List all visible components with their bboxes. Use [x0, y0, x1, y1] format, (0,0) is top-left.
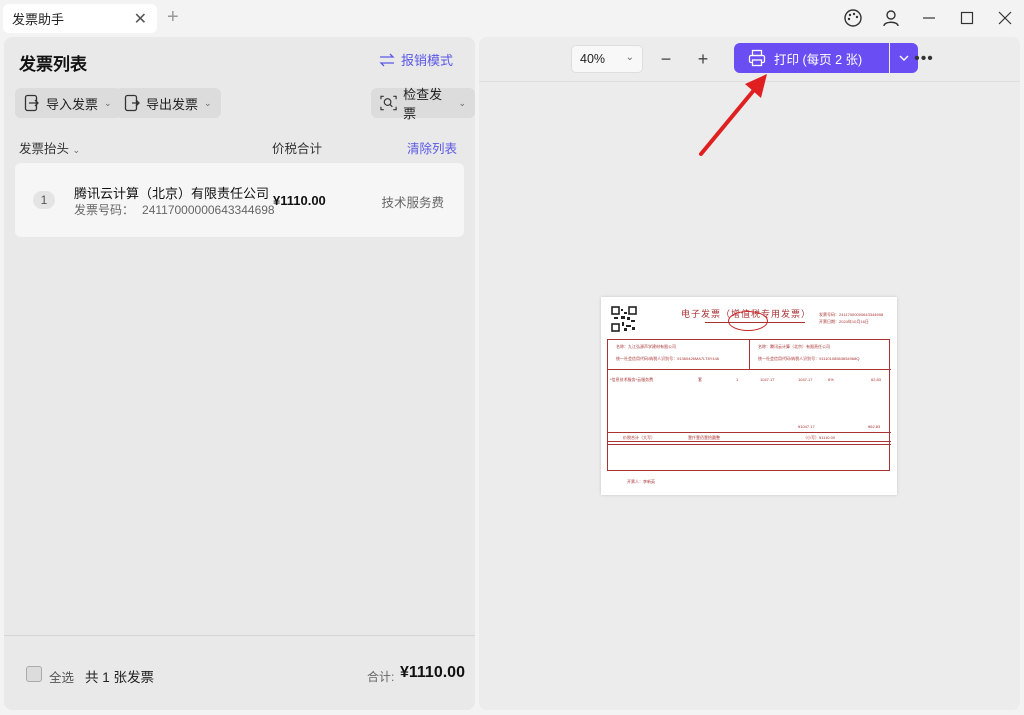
- zoom-in-button[interactable]: +: [688, 45, 718, 73]
- title-bar: 发票助手 ✕ +: [0, 0, 1024, 36]
- row-index: 1: [33, 191, 55, 209]
- invoice-count: 共 1 张发票: [85, 670, 155, 685]
- check-label: 检查发票: [403, 87, 443, 121]
- select-all-checkbox[interactable]: [26, 666, 42, 682]
- remarks-section: [608, 444, 891, 472]
- more-options-icon[interactable]: •••: [909, 45, 939, 73]
- sum-label: 合计:: [367, 670, 395, 684]
- zoom-value: 40%: [580, 52, 606, 66]
- seller-name: 名称：九江弘源声学建材有限公司: [616, 344, 676, 349]
- item-qty: 1: [736, 377, 739, 382]
- invoice-buyer-title: 腾讯云计算（北京）有限责任公司: [74, 186, 270, 201]
- zoom-out-button[interactable]: −: [651, 45, 681, 73]
- header-column-sort[interactable]: 发票抬头 ⌄: [19, 138, 80, 157]
- invoice-number-label: 发票号码：: [74, 203, 135, 217]
- swap-icon: [379, 53, 395, 66]
- preview-invoice-date: 开票日期：2024年10月16日: [819, 319, 869, 324]
- mode-label: 报销模式: [400, 53, 453, 68]
- tab-invoice-assistant[interactable]: 发票助手 ✕: [3, 4, 157, 33]
- buyer-tax-id: 统一社会信用代码/纳税人识别号：91110108563654968Q: [758, 356, 860, 361]
- item-rate: 6%: [828, 377, 834, 382]
- chevron-down-icon: ⌄: [72, 145, 81, 155]
- invoice-preview-page: 电子发票（增值税专用发票） 发票号码：24117000000643344698 …: [601, 297, 897, 495]
- check-invoice-button[interactable]: 检查发票 ⌄: [371, 87, 475, 121]
- buyer-name: 名称：腾讯云计算（北京）有限责任公司: [758, 344, 830, 349]
- chevron-down-icon: ⌄: [104, 97, 112, 108]
- reimbursement-mode-button[interactable]: 报销模式: [379, 50, 453, 69]
- item-unit: 套: [698, 377, 702, 382]
- invoice-number-block: 发票号码：24117000000643344698 开票日期：2024年10月1…: [819, 311, 883, 325]
- select-all-label[interactable]: 全选: [49, 667, 74, 686]
- import-invoice-button[interactable]: 导入发票 ⌄: [15, 88, 121, 118]
- invoice-category: 技术服务费: [381, 196, 444, 210]
- invoice-row[interactable]: 1 腾讯云计算（北京）有限责任公司 发票号码： 24117000000643344…: [15, 163, 464, 237]
- total-small: （小写）¥1110.00: [803, 435, 836, 440]
- item-amount: 1047.17: [798, 377, 813, 382]
- chevron-down-icon: ⌄: [458, 97, 466, 108]
- print-button[interactable]: 打印 (每页 2 张): [734, 43, 889, 73]
- total-row: 价税合计（大写） 壹仟壹佰壹拾圆整 （小写）¥1110.00: [608, 432, 891, 442]
- item-price: 1047.17: [760, 377, 775, 382]
- invoice-frame: 名称：九江弘源声学建材有限公司 统一社会信用代码/纳税人识别号：91360426…: [607, 339, 891, 472]
- chevron-down-icon: ⌄: [204, 97, 212, 108]
- panel-title: 发票列表: [19, 55, 87, 74]
- invoice-list-panel: 发票列表 报销模式 导入发票 ⌄ 导出发票 ⌄ 检查发票 ⌄ 发票抬头 ⌄ 价税…: [4, 37, 475, 710]
- party-section: 名称：九江弘源声学建材有限公司 统一社会信用代码/纳税人识别号：91360426…: [608, 340, 891, 370]
- amount-column-label: 价税合计: [272, 142, 323, 156]
- export-label: 导出发票: [146, 96, 199, 112]
- new-tab-icon[interactable]: +: [167, 6, 179, 29]
- header-column-label: 发票抬头: [19, 142, 70, 156]
- invoice-number-value: 24117000000643344698: [142, 203, 275, 217]
- seller-tax-id: 统一社会信用代码/纳税人识别号：91360426MA7LT8Y446: [616, 356, 720, 361]
- sum-amount: ¥1047.17: [798, 424, 815, 429]
- export-icon: [124, 94, 140, 112]
- total-label: 价税合计（大写）: [623, 435, 655, 440]
- item-table: *信息技术服务*云服务费 套 1 1047.17 1047.17 6% 62.8…: [608, 370, 891, 432]
- zoom-select[interactable]: 40% ⌄: [571, 45, 643, 73]
- import-label: 导入发票: [46, 96, 99, 112]
- maximize-icon[interactable]: [948, 0, 986, 36]
- chevron-down-icon: ⌄: [625, 52, 634, 63]
- tab-title: 发票助手: [12, 12, 65, 27]
- preview-invoice-number: 发票号码：24117000000643344698: [819, 312, 884, 317]
- clear-list-button[interactable]: 清除列表: [407, 138, 457, 157]
- sum-value: ¥1110.00: [400, 664, 465, 681]
- minimize-icon[interactable]: [910, 0, 948, 36]
- party-divider: [749, 340, 750, 370]
- red-circle-mark: [728, 311, 768, 331]
- item-tax: 62.83: [871, 377, 882, 382]
- scan-search-icon: [380, 95, 397, 111]
- item-name: *信息技术服务*云服务费: [610, 377, 654, 382]
- theme-palette-icon[interactable]: [834, 0, 872, 36]
- sum-tax: ¥62.83: [868, 424, 881, 429]
- issuer: 开票人：李新英: [627, 479, 655, 484]
- red-arrow-annotation: [699, 74, 767, 156]
- invoice-number: 发票号码： 24117000000643344698: [74, 201, 275, 218]
- close-tab-icon[interactable]: ✕: [134, 9, 147, 29]
- close-window-icon[interactable]: [986, 0, 1024, 36]
- chevron-down-icon: [899, 55, 909, 61]
- user-account-icon[interactable]: [872, 0, 910, 36]
- total-words: 壹仟壹佰壹拾圆整: [688, 435, 720, 440]
- export-invoice-button[interactable]: 导出发票 ⌄: [115, 88, 221, 118]
- qr-code-icon: [611, 306, 637, 332]
- import-icon: [24, 94, 39, 112]
- printer-icon: [748, 49, 766, 67]
- print-label: 打印 (每页 2 张): [774, 52, 863, 67]
- footer-divider: [4, 635, 475, 636]
- invoice-amount: ¥1110.00: [273, 193, 326, 208]
